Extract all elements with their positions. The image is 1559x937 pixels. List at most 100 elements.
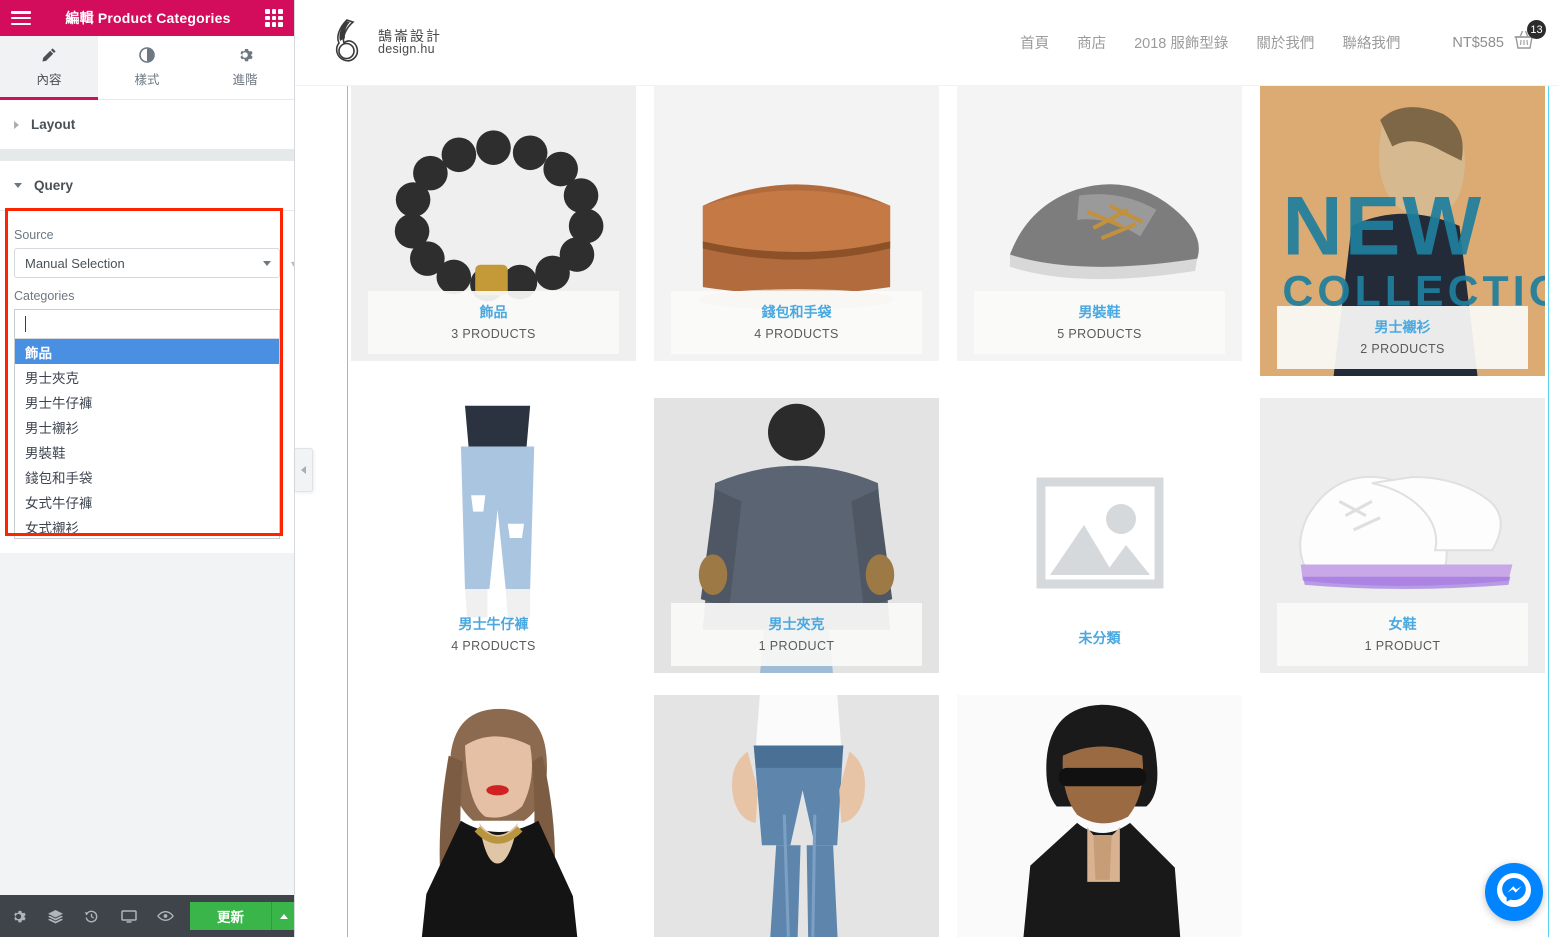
category-count: 4 PRODUCTS <box>451 639 536 653</box>
category-image <box>654 695 939 937</box>
chevron-left-icon <box>301 466 306 474</box>
category-option[interactable]: 男士夾克 <box>15 364 279 389</box>
category-name: 飾品 <box>479 304 508 320</box>
responsive-mode-icon[interactable] <box>110 895 147 937</box>
preview-eye-icon[interactable] <box>147 895 184 937</box>
tab-advanced[interactable]: 進階 <box>196 36 294 99</box>
source-select[interactable]: Manual Selection <box>14 248 280 278</box>
source-label: Source <box>14 228 54 242</box>
category-count: 3 PRODUCTS <box>451 327 536 341</box>
text-caret <box>25 316 26 332</box>
update-button[interactable]: 更新 <box>189 902 272 930</box>
section-divider <box>0 150 294 161</box>
contrast-icon <box>139 47 155 63</box>
category-name: 男士夾克 <box>768 616 825 632</box>
category-label: 男士夾克 1 PRODUCT <box>671 603 922 666</box>
category-option[interactable]: 男士襯衫 <box>15 414 279 439</box>
category-option-label: 男士襯衫 <box>25 420 79 436</box>
category-card[interactable] <box>351 695 636 937</box>
logo-text-cn: 鵠崙設計 <box>378 27 442 44</box>
category-option-label: 男士夾克 <box>25 370 79 386</box>
site-nav: 首頁 商店 2018 服飾型錄 關於我們 聯絡我們 NT$585 13 <box>1020 20 1546 56</box>
category-name: 男士牛仔褲 <box>458 616 529 632</box>
nav-item-catalog[interactable]: 2018 服飾型錄 <box>1134 32 1228 53</box>
section-layout[interactable]: Layout <box>0 100 294 150</box>
tab-advanced-label: 進階 <box>232 73 258 87</box>
category-option-label: 男裝鞋 <box>25 445 66 461</box>
source-select-value: Manual Selection <box>25 255 125 271</box>
category-option[interactable]: 女式牛仔褲 <box>15 489 279 514</box>
chevron-down-icon <box>263 260 271 266</box>
chevron-down-icon <box>14 183 22 188</box>
elementor-panel: 編輯 Product Categories 內容 樣式 進階 Layout Qu… <box>0 0 295 937</box>
category-label: 錢包和手袋 4 PRODUCTS <box>671 291 922 354</box>
panel-title: 編輯 Product Categories <box>65 10 231 26</box>
history-icon[interactable] <box>74 895 111 937</box>
category-card[interactable]: 女鞋 1 PRODUCT <box>1260 398 1545 673</box>
category-name: 男裝鞋 <box>1078 304 1121 320</box>
category-count: 5 PRODUCTS <box>1057 327 1142 341</box>
category-name: 未分類 <box>1078 630 1121 646</box>
nav-item-home[interactable]: 首頁 <box>1020 32 1049 53</box>
site-preview: 鵠崙設計 design.hu 首頁 商店 2018 服飾型錄 關於我們 聯絡我們… <box>295 0 1559 937</box>
widgets-grid-icon[interactable] <box>265 9 283 27</box>
cart-count-badge: 13 <box>1527 20 1546 39</box>
messenger-chat-button[interactable] <box>1485 863 1543 921</box>
gear-icon <box>237 47 253 63</box>
category-label: 男裝鞋 5 PRODUCTS <box>974 291 1225 354</box>
category-option-label: 男士牛仔褲 <box>25 395 93 411</box>
category-option-label: 飾品 <box>25 345 52 361</box>
category-option[interactable]: 男士牛仔褲 <box>15 389 279 414</box>
logo-text-en: design.hu <box>378 42 435 57</box>
menu-hamburger-icon[interactable] <box>11 11 31 25</box>
category-name: 女鞋 <box>1388 616 1417 632</box>
tab-content[interactable]: 內容 <box>0 36 98 100</box>
category-option-label: 錢包和手袋 <box>25 470 93 486</box>
chevron-right-icon <box>14 120 19 129</box>
update-options-button[interactable] <box>271 902 294 930</box>
category-card[interactable]: 飾品 3 PRODUCTS <box>351 86 636 361</box>
site-logo[interactable]: 鵠崙設計 design.hu <box>333 17 442 68</box>
section-query[interactable]: Query <box>0 161 294 211</box>
layers-icon[interactable] <box>37 895 74 937</box>
category-option[interactable]: 錢包和手袋 <box>15 464 279 489</box>
category-option[interactable]: 飾品 <box>15 339 279 364</box>
category-option[interactable]: 男裝鞋 <box>15 439 279 464</box>
designhu-logo-icon <box>333 17 371 68</box>
category-name: 錢包和手袋 <box>761 304 832 320</box>
product-categories-widget: 飾品 3 PRODUCTS 錢包和手袋 4 PRODUCTS 男裝鞋 5 PRO… <box>295 86 1559 937</box>
category-card[interactable]: 男士夾克 1 PRODUCT <box>654 398 939 673</box>
category-card[interactable] <box>654 695 939 937</box>
nav-item-shop[interactable]: 商店 <box>1077 32 1106 53</box>
tab-style[interactable]: 樣式 <box>98 36 196 99</box>
category-card[interactable]: 錢包和手袋 4 PRODUCTS <box>654 86 939 361</box>
nav-item-contact[interactable]: 聯絡我們 <box>1342 32 1400 53</box>
category-count: 2 PRODUCTS <box>1360 342 1445 356</box>
query-controls: Source Manual Selection Categories 飾品 男士… <box>0 211 294 553</box>
category-image <box>351 695 636 937</box>
cart-widget[interactable]: NT$585 13 <box>1452 20 1546 56</box>
category-card[interactable] <box>957 695 1242 937</box>
panel-collapse-handle[interactable] <box>295 448 313 492</box>
category-card[interactable]: NEW COLLECTION 男士襯衫 2 PRODUCTS <box>1260 86 1545 376</box>
category-card[interactable]: 未分類 <box>957 398 1242 673</box>
category-card[interactable]: 男士牛仔褲 4 PRODUCTS <box>351 398 636 673</box>
nav-item-about[interactable]: 關於我們 <box>1256 32 1314 53</box>
panel-header: 編輯 Product Categories <box>0 0 294 36</box>
panel-footer: 更新 <box>0 895 294 937</box>
image-placeholder-icon <box>1036 477 1164 594</box>
tab-style-label: 樣式 <box>134 73 160 87</box>
category-count: 1 PRODUCT <box>758 639 835 653</box>
messenger-icon <box>1497 872 1531 912</box>
category-image <box>957 695 1242 937</box>
svg-text:NEW: NEW <box>1282 178 1483 272</box>
categories-search-input[interactable] <box>14 309 280 339</box>
category-count: 1 PRODUCT <box>1364 639 1441 653</box>
category-label: 女鞋 1 PRODUCT <box>1277 603 1528 666</box>
category-option[interactable]: 女式襯衫 <box>15 514 279 538</box>
category-grid: 飾品 3 PRODUCTS 錢包和手袋 4 PRODUCTS 男裝鞋 5 PRO… <box>295 86 1559 937</box>
categories-options-list[interactable]: 飾品 男士夾克 男士牛仔褲 男士襯衫 男裝鞋 錢包和手袋 女式牛仔褲 女式襯衫 <box>14 339 280 539</box>
settings-gear-icon[interactable] <box>0 895 37 937</box>
category-card[interactable]: 男裝鞋 5 PRODUCTS <box>957 86 1242 361</box>
cart-total: NT$585 <box>1452 34 1504 51</box>
